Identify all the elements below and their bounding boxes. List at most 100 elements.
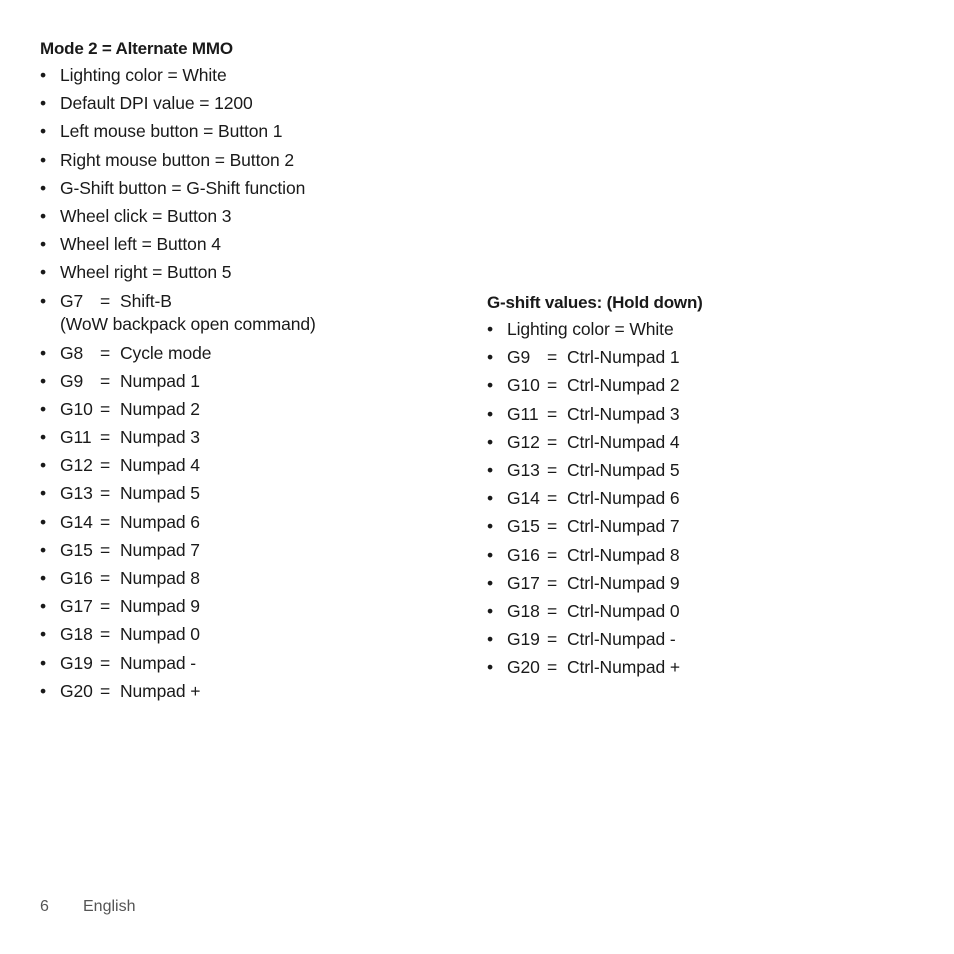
section-heading: Mode 2 = Alternate MMO <box>40 39 233 58</box>
key-value: Ctrl-Numpad 9 <box>567 572 680 593</box>
key-value: Ctrl-Numpad 2 <box>567 375 680 396</box>
key-label: G15 <box>60 539 93 560</box>
bullet-icon: • <box>487 544 494 565</box>
key-label: G13 <box>60 483 93 504</box>
key-label: G9 <box>60 370 84 391</box>
mode-2-key-list: • G8 = Cycle mode • G9 = Numpad 1 • G10 = Numpad 2 •… <box>40 342 316 708</box>
list-item: • G9 = Numpad 1 <box>40 370 200 391</box>
bullet-icon: • <box>487 431 494 452</box>
bullet-icon: • <box>40 652 47 673</box>
bullet-icon: • <box>40 342 47 363</box>
list-item: • G11 = Ctrl-Numpad 3 <box>487 403 680 424</box>
key-value: Cycle mode <box>120 342 212 363</box>
key-label: G13 <box>507 459 540 480</box>
bullet-icon: • <box>40 121 47 142</box>
g-shift-list: • Lighting color = White <box>487 318 703 346</box>
bullet-icon: • <box>40 205 47 226</box>
bullet-icon: • <box>40 398 47 419</box>
key-value: Ctrl-Numpad 3 <box>567 403 680 424</box>
list-item: • G14 = Ctrl-Numpad 6 <box>487 488 680 509</box>
list-item: • G19 = Numpad - <box>40 652 197 673</box>
key-value: Ctrl-Numpad 8 <box>567 544 680 565</box>
page-footer: 6 English <box>40 898 135 916</box>
list-item: • G13 = Numpad 5 <box>40 483 200 504</box>
bullet-icon: • <box>40 483 47 504</box>
key-label: G11 <box>60 427 92 448</box>
key-value: Ctrl-Numpad 1 <box>567 347 680 368</box>
key-label: G11 <box>507 403 539 424</box>
bullet-icon: • <box>487 403 494 424</box>
key-value: Shift-B <box>120 290 172 311</box>
key-label: G17 <box>60 596 93 617</box>
list-item-g7: • G7 = Shift-B (WoW backpack open command) <box>40 290 316 334</box>
list-item: • Lighting color = White <box>40 65 227 85</box>
key-label: G15 <box>507 516 540 537</box>
list-item: • Default DPI value = 1200 <box>40 93 253 114</box>
list-item: • G19 = Ctrl-Numpad - <box>487 629 676 650</box>
list-item: • G11 = Numpad 3 <box>40 427 200 448</box>
bullet-icon: • <box>487 600 494 621</box>
mode-2-list: • Lighting color = White • Default DPI val… <box>40 64 316 342</box>
key-label: G10 <box>60 398 93 419</box>
bullet-icon: • <box>487 488 494 509</box>
key-value: Numpad - <box>120 652 197 673</box>
key-label: G18 <box>60 624 93 645</box>
bullet-icon: • <box>40 149 47 170</box>
bullet-icon: • <box>487 572 494 593</box>
bullet-icon: • <box>487 657 494 678</box>
list-item: • Left mouse button = Button 1 <box>40 121 283 142</box>
language-label: English <box>83 898 136 915</box>
bullet-icon: • <box>40 290 47 311</box>
g-shift-section: G-shift values: (Hold down) • Lighting co… <box>487 290 703 684</box>
key-label: G12 <box>507 431 540 452</box>
key-label: G14 <box>507 488 540 509</box>
list-item: • G16 = Ctrl-Numpad 8 <box>487 544 680 565</box>
list-item: • G17 = Ctrl-Numpad 9 <box>487 572 680 593</box>
bullet-icon: • <box>40 624 47 645</box>
list-item: • Right mouse button = Button 2 <box>40 149 294 170</box>
key-value: Ctrl-Numpad 4 <box>567 431 680 452</box>
key-value: Ctrl-Numpad + <box>567 657 680 678</box>
key-value: Numpad 1 <box>120 370 200 391</box>
list-item: • G17 = Numpad 9 <box>40 596 200 617</box>
key-label: G19 <box>60 652 93 673</box>
list-item: • Lighting color = White <box>487 319 674 339</box>
bullet-icon: • <box>487 375 494 396</box>
list-item: • G12 = Ctrl-Numpad 4 <box>487 431 680 452</box>
bullet-icon: • <box>40 539 47 560</box>
key-value: Ctrl-Numpad 7 <box>567 516 680 537</box>
bullet-icon: • <box>40 177 47 198</box>
list-item: • G13 = Ctrl-Numpad 5 <box>487 459 680 480</box>
g-shift-key-list: • G9 = Ctrl-Numpad 1 • G10 = Ctrl-Numpad 2 • G11 =… <box>487 346 703 684</box>
list-item: • G18 = Ctrl-Numpad 0 <box>487 600 680 621</box>
list-item: • G16 = Numpad 8 <box>40 568 200 588</box>
list-item: • G15 = Ctrl-Numpad 7 <box>487 516 680 537</box>
key-value: Numpad 6 <box>120 511 200 532</box>
key-value: Numpad 3 <box>120 427 200 448</box>
key-label: G20 <box>507 657 540 678</box>
key-value: Ctrl-Numpad - <box>567 629 676 650</box>
list-item: • G20 = Ctrl-Numpad + <box>487 657 680 678</box>
key-label: G17 <box>507 572 540 593</box>
key-label: G14 <box>60 511 93 532</box>
section-heading: G-shift values: (Hold down) <box>487 293 703 312</box>
key-value: Numpad 0 <box>120 624 200 645</box>
list-item: • G18 = Numpad 0 <box>40 624 200 645</box>
bullet-icon: • <box>40 455 47 476</box>
key-value: Ctrl-Numpad 5 <box>567 459 680 480</box>
list-item: • G10 = Numpad 2 <box>40 398 200 419</box>
bullet-icon: • <box>487 629 494 650</box>
key-value: Numpad 2 <box>120 398 200 419</box>
list-item: • G20 = Numpad + <box>40 680 201 701</box>
key-value: Numpad 9 <box>120 596 200 617</box>
list-item: • G14 = Numpad 6 <box>40 511 200 532</box>
key-label: G16 <box>60 568 93 588</box>
key-label: G10 <box>507 375 540 396</box>
bullet-icon: • <box>40 427 47 448</box>
bullet-icon: • <box>40 680 47 701</box>
key-value: Numpad + <box>120 680 201 701</box>
list-item: • Wheel right = Button 5 <box>40 262 232 283</box>
bullet-icon: • <box>40 262 47 283</box>
key-label: G12 <box>60 455 93 476</box>
key-value: Numpad 7 <box>120 539 200 560</box>
